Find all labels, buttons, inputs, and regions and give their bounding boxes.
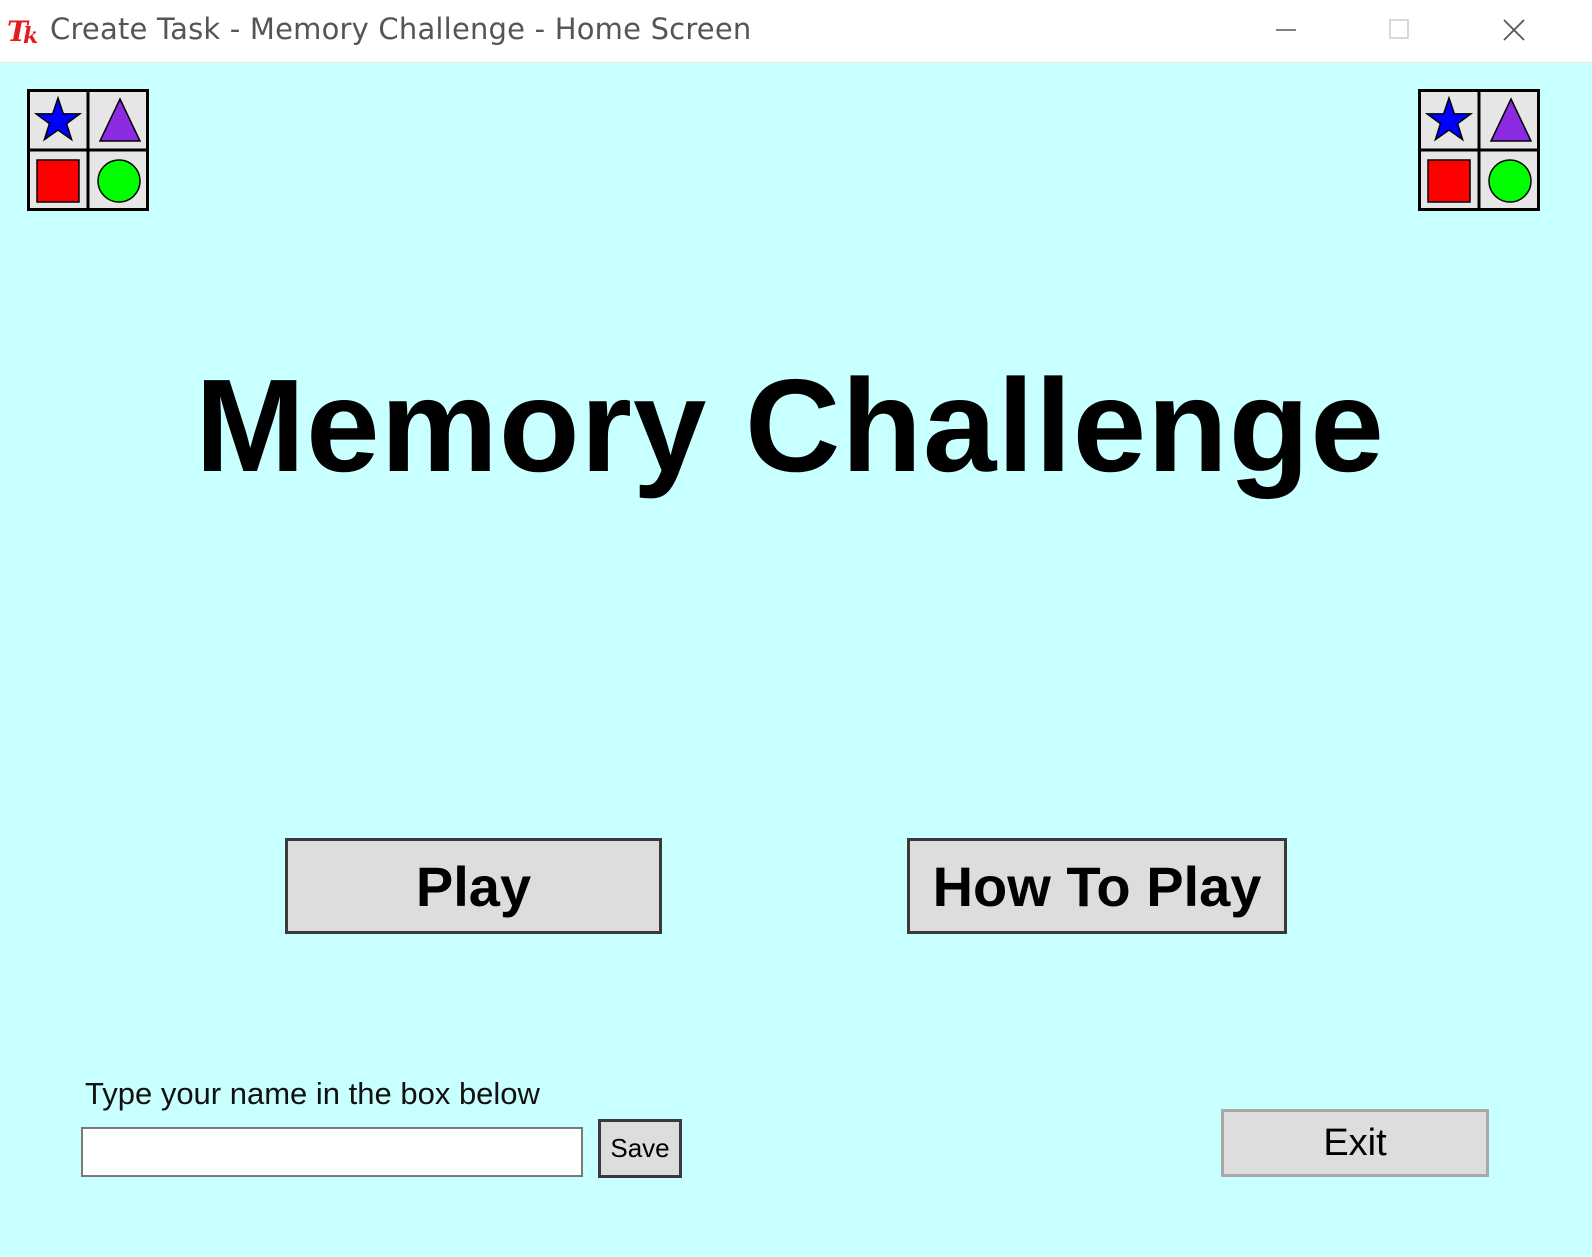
play-button[interactable]: Play	[285, 838, 662, 934]
shapes-logo-left	[27, 89, 149, 211]
maximize-icon[interactable]	[1380, 12, 1420, 48]
minimize-icon[interactable]	[1266, 12, 1306, 48]
how-to-play-button[interactable]: How To Play	[907, 838, 1287, 934]
name-prompt-label: Type your name in the box below	[85, 1076, 540, 1111]
square-icon	[1427, 159, 1471, 203]
svg-text:k: k	[23, 23, 38, 48]
window-title-bar: T k Create Task - Memory Challenge - Hom…	[0, 0, 1592, 63]
exit-button[interactable]: Exit	[1221, 1109, 1489, 1177]
square-icon	[36, 159, 80, 203]
circle-icon	[97, 159, 141, 203]
window-title: Create Task - Memory Challenge - Home Sc…	[50, 12, 752, 46]
shapes-logo-right	[1418, 89, 1540, 211]
tk-feather-icon: T k	[7, 15, 38, 48]
name-input[interactable]	[81, 1127, 583, 1177]
circle-icon	[1488, 159, 1532, 203]
save-button[interactable]: Save	[598, 1119, 682, 1178]
close-icon[interactable]	[1494, 12, 1534, 48]
page-title: Memory Challenge	[195, 352, 1385, 499]
